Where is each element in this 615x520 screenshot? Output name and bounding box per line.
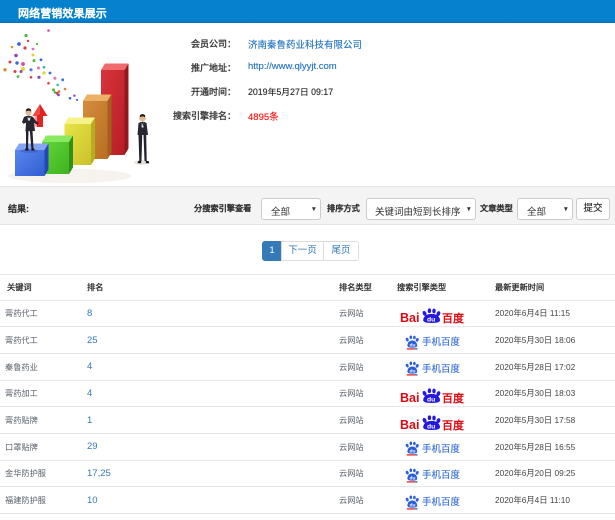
- svg-text:百度: 百度: [442, 391, 464, 404]
- svg-text:du: du: [410, 475, 416, 481]
- svg-text:百度: 百度: [442, 311, 464, 324]
- svg-text:du: du: [410, 342, 416, 348]
- svg-text:du: du: [427, 397, 435, 404]
- svg-text:du: du: [427, 424, 435, 431]
- svg-text:Bai: Bai: [400, 311, 419, 324]
- svg-text:du: du: [410, 449, 416, 455]
- svg-text:百度: 百度: [442, 418, 464, 431]
- svg-text:du: du: [427, 317, 435, 324]
- svg-text:Bai: Bai: [400, 418, 419, 431]
- svg-text:du: du: [410, 369, 416, 375]
- svg-text:Bai: Bai: [400, 391, 419, 404]
- svg-text:du: du: [410, 502, 416, 508]
